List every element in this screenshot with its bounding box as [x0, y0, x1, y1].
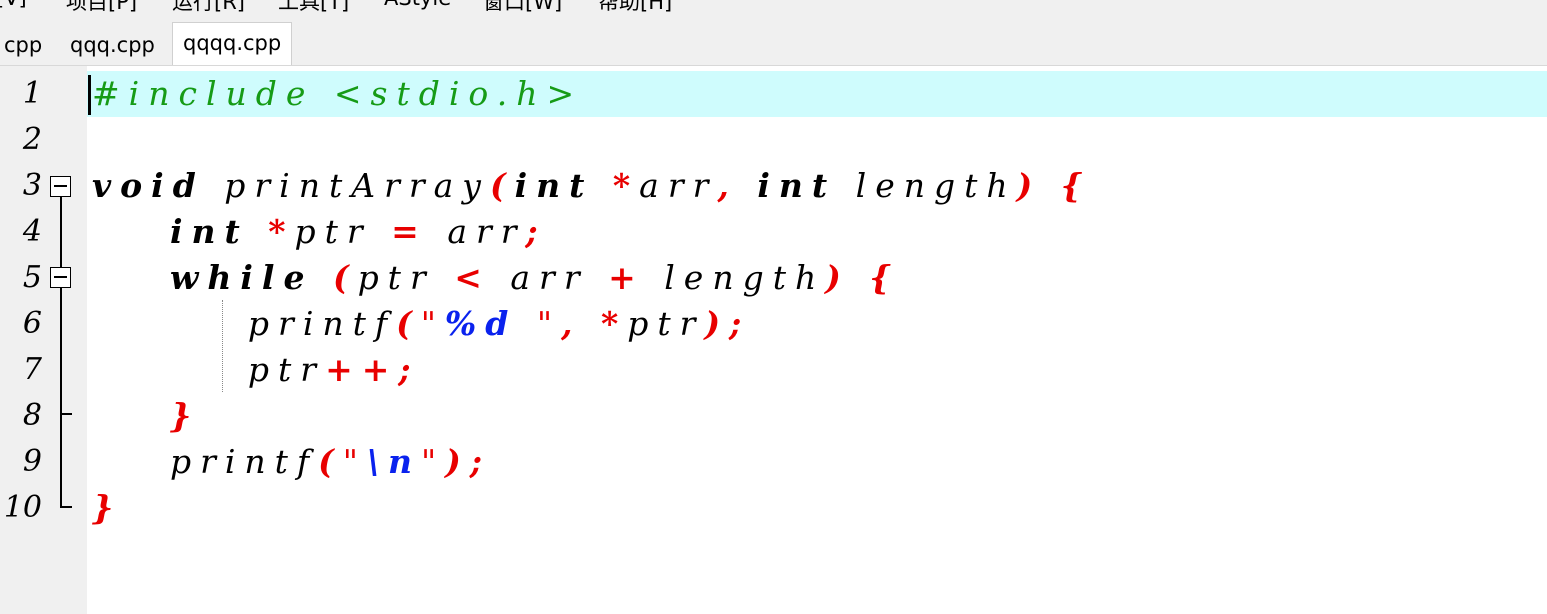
menu-tools[interactable]: 工具[T] — [278, 0, 349, 16]
code-token: %d — [444, 304, 518, 343]
menu-help[interactable]: 帮助[H] — [598, 0, 672, 16]
code-token: } — [92, 488, 123, 527]
line-number: 1 — [22, 76, 42, 111]
fold-line — [60, 414, 62, 507]
line-number: 6 — [22, 306, 42, 341]
tab-qqq-cpp[interactable]: qqq.cpp — [60, 26, 165, 64]
fold-end-marker — [60, 506, 72, 508]
fold-toggle-icon[interactable] — [50, 267, 71, 288]
code-line: while (ptr < arr + length) { — [92, 255, 900, 301]
code-line: } — [92, 485, 122, 531]
code-token: " — [342, 442, 367, 481]
line-number: 10 — [3, 490, 42, 525]
line-number: 9 — [22, 444, 42, 479]
code-line: int *ptr = arr; — [92, 209, 547, 255]
code-token: length — [836, 166, 1017, 205]
line-number: 4 — [22, 214, 42, 249]
tab-bar: cpp qqq.cpp qqqq.cpp — [0, 18, 1547, 66]
line-number: 2 — [22, 122, 42, 157]
code-line: printf("%d ", *ptr); — [92, 301, 750, 347]
code-token: < — [454, 258, 491, 297]
code-token: ptr — [627, 304, 705, 343]
code-token: , — [717, 166, 738, 205]
menu-run[interactable]: 运行[R] — [172, 0, 245, 16]
menu-project[interactable]: 项目[P] — [66, 0, 137, 16]
code-token: while — [169, 258, 314, 297]
code-token: ptr — [357, 258, 455, 297]
code-token: + — [608, 258, 645, 297]
code-token: { — [1060, 166, 1091, 205]
code-token: ptr — [294, 212, 392, 251]
code-token: * — [268, 212, 295, 251]
fold-toggle-icon[interactable] — [50, 176, 71, 197]
code-line: #include <stdio.h> — [92, 71, 583, 117]
code-token: " — [420, 304, 445, 343]
code-token: printf — [92, 442, 319, 481]
line-number: 8 — [22, 398, 42, 433]
code-token: = — [391, 212, 428, 251]
code-token: ++; — [325, 350, 420, 389]
code-token: \n — [366, 442, 422, 481]
line-number: 5 — [22, 260, 42, 295]
code-token: ) — [1016, 166, 1042, 205]
line-number: 3 — [22, 168, 42, 203]
code-token: arr — [639, 166, 718, 205]
menu-astyle[interactable]: AStyle — [384, 0, 451, 10]
code-token: int — [514, 166, 594, 205]
code-token: ( — [396, 304, 421, 343]
code-token: arr — [427, 212, 526, 251]
code-token: * — [612, 166, 640, 205]
menu-bar: [V] 项目[P] 运行[R] 工具[T] AStyle 窗口[W] 帮助[H] — [0, 0, 1547, 18]
code-line: printf("\n"); — [92, 439, 491, 485]
code-line: ptr++; — [92, 347, 420, 393]
code-token: ); — [445, 442, 491, 481]
code-token: } — [169, 396, 201, 435]
code-token: #include <stdio.h> — [92, 74, 584, 113]
code-token: printf — [92, 304, 397, 343]
code-token: ); — [704, 304, 751, 343]
code-token: void — [92, 166, 205, 205]
code-token: * — [601, 304, 628, 343]
code-token: length — [644, 258, 826, 297]
line-number: 7 — [22, 352, 42, 387]
fold-line — [60, 288, 62, 414]
code-line: void printArray(int *arr, int length) { — [92, 163, 1091, 209]
code-token: { — [869, 258, 900, 297]
code-token: ( — [318, 442, 343, 481]
code-token: int — [757, 166, 837, 205]
code-token: " — [421, 442, 446, 481]
code-token: ( — [332, 258, 358, 297]
code-token: , — [561, 304, 582, 343]
code-token: int — [169, 212, 249, 251]
text-caret — [88, 75, 91, 115]
code-token: arr — [490, 258, 609, 297]
menu-view[interactable]: [V] — [0, 0, 27, 10]
code-token: ; — [525, 212, 547, 251]
tab-cpp[interactable]: cpp — [0, 26, 52, 64]
code-line: } — [92, 393, 200, 439]
code-token: ptr — [92, 350, 326, 389]
code-token: printArray — [204, 166, 490, 205]
menu-window[interactable]: 窗口[W] — [483, 0, 562, 16]
fold-line — [60, 197, 62, 267]
code-token: ) — [825, 258, 850, 297]
code-token: ( — [489, 166, 515, 205]
code-token: " — [517, 304, 562, 343]
tab-qqqq-cpp[interactable]: qqqq.cpp — [172, 22, 293, 65]
